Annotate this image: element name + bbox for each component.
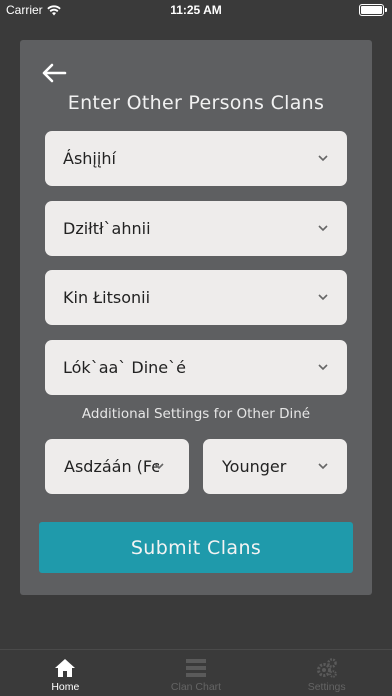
clan-select-4[interactable]: Lók`aa` Dine`é: [45, 340, 347, 395]
clan-select-2-value: Dziłtł`ahnii: [63, 219, 151, 238]
clan-select-4-value: Lók`aa` Dine`é: [63, 358, 186, 377]
list-icon: [186, 659, 206, 677]
chevron-down-icon: [318, 294, 328, 301]
chevron-down-icon: [318, 155, 328, 162]
chevron-down-icon: [318, 463, 328, 470]
tab-clan-chart[interactable]: Clan Chart: [131, 650, 262, 696]
home-icon: [55, 659, 76, 677]
clan-select-1-value: Áshįįhí: [63, 149, 116, 168]
battery-icon: [359, 4, 387, 16]
tab-home-label: Home: [51, 681, 80, 693]
submit-clans-button[interactable]: Submit Clans: [39, 522, 353, 573]
additional-settings-label: Additional Settings for Other Diné: [81, 406, 311, 422]
gender-select-value: Asdzáán (Female): [64, 457, 159, 476]
gears-icon: [316, 658, 337, 678]
tab-bar: Home Clan Chart Settings: [0, 649, 392, 696]
back-arrow-icon[interactable]: [40, 62, 68, 84]
chevron-down-icon: [154, 463, 164, 470]
tab-home[interactable]: Home: [0, 650, 131, 696]
status-bar: Carrier 11:25 AM: [0, 0, 392, 20]
chevron-down-icon: [318, 364, 328, 371]
age-select[interactable]: Younger: [203, 439, 347, 494]
clan-select-1[interactable]: Áshįįhí: [45, 131, 347, 186]
chevron-down-icon: [318, 225, 328, 232]
age-select-value: Younger: [222, 457, 287, 476]
clan-select-3[interactable]: Kin Łitsonii: [45, 270, 347, 325]
gender-select[interactable]: Asdzáán (Female): [45, 439, 189, 494]
tab-settings[interactable]: Settings: [261, 650, 392, 696]
tab-settings-label: Settings: [307, 681, 346, 693]
status-time: 11:25 AM: [170, 3, 222, 17]
clan-select-2[interactable]: Dziłtł`ahnii: [45, 201, 347, 256]
tab-clan-chart-label: Clan Chart: [170, 681, 222, 693]
clan-select-3-value: Kin Łitsonii: [63, 288, 151, 307]
clan-entry-card: Enter Other Persons Clans Áshįįhí Dziłtł…: [20, 40, 372, 595]
page-title: Enter Other Persons Clans: [67, 92, 325, 114]
